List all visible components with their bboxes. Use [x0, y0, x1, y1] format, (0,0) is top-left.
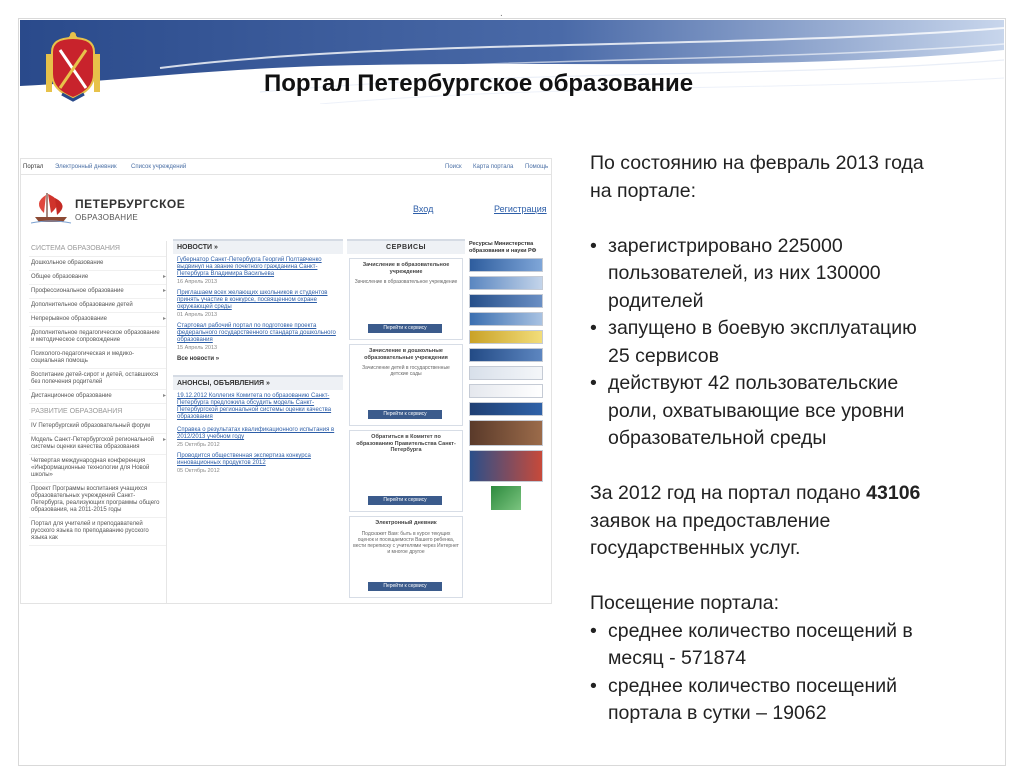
announcement-link[interactable]: Проводится общественная экспертиза конку… [173, 450, 343, 467]
menu-item[interactable]: Психолого-педагогическая и медико-социал… [29, 348, 166, 369]
list-item: зарегистрировано 225000 пользователей, и… [590, 233, 1000, 316]
resource-banner[interactable] [469, 366, 543, 380]
services-head: СЕРВИСЫ [347, 239, 465, 254]
topbar-link[interactable]: Поиск [445, 164, 462, 170]
resource-banner[interactable] [469, 258, 543, 272]
resource-banner[interactable] [469, 294, 543, 308]
resource-banner[interactable] [491, 486, 521, 510]
service-card: Зачисление в образовательное учреждение … [349, 258, 463, 340]
register-link[interactable]: Регистрация [494, 204, 547, 214]
topbar-link[interactable]: Помощь [525, 164, 548, 170]
menu-item[interactable]: IV Петербургский образовательный форум [29, 420, 166, 434]
all-news-link[interactable]: Все новости » [173, 353, 343, 365]
menu-item[interactable]: Непрерывное образование ▸ [29, 313, 166, 327]
announcement-date: 05 Октябрь 2012 [177, 468, 220, 474]
resource-banner[interactable] [469, 384, 543, 398]
intro-line: По состоянию на февраль 2013 года [590, 152, 924, 174]
service-title: Обратиться в Комитет по образованию Прав… [356, 434, 456, 453]
visits-list: среднее количество посещений в месяц - 5… [590, 618, 1000, 728]
news-column: НОВОСТИ » Губернатор Санкт-Петербурга Ге… [173, 239, 343, 603]
go-to-service-button[interactable]: Перейти к сервису [368, 324, 442, 333]
news-link[interactable]: Стартовал рабочий портал по подготовке п… [173, 320, 343, 344]
service-card: Обратиться в Комитет по образованию Прав… [349, 430, 463, 512]
announcements-head[interactable]: АНОНСЫ, ОБЪЯВЛЕНИЯ » [173, 375, 343, 390]
chevron-right-icon: ▸ [162, 437, 166, 443]
resource-banner[interactable] [469, 330, 543, 344]
news-date: 01 Апрель 2013 [177, 312, 218, 318]
announcement-date: 25 Октябрь 2012 [177, 442, 220, 448]
login-link[interactable]: Вход [413, 204, 433, 214]
service-title: Электронный дневник [375, 520, 437, 526]
resources-head: Ресурсы Министерства образования и науки… [469, 241, 537, 254]
resource-banner[interactable] [469, 402, 543, 416]
applications-line: государственных услуг. [590, 537, 801, 559]
topbar-link[interactable]: Портал [23, 164, 43, 170]
menu-item[interactable]: Модель Санкт-Петербургской региональной … [29, 434, 166, 455]
portal-topbar: Портал Электронный дневник Список учрежд… [21, 159, 551, 175]
visits-head: Посещение портала: [590, 592, 780, 614]
applications-number: 43106 [866, 482, 921, 504]
announcement-link[interactable]: Справка о результатах квалификационного … [173, 424, 343, 441]
top-dot: . [500, 8, 503, 19]
resource-banner[interactable] [469, 348, 543, 362]
portal-brand-name: ПЕТЕРБУРГСКОЕ [75, 197, 186, 211]
resource-banner[interactable] [469, 420, 543, 446]
menu-section-head: Система образования [29, 241, 166, 257]
applications-line: За 2012 год на портал подано 43106 [590, 482, 921, 504]
go-to-service-button[interactable]: Перейти к сервису [368, 582, 442, 591]
applications-line: заявок на предоставление [590, 509, 831, 532]
service-desc: Зачисление детей в государственные детск… [362, 365, 450, 377]
news-link[interactable]: Губернатор Санкт-Петербурга Георгий Полт… [173, 254, 343, 278]
portal-screenshot: Портал Электронный дневник Список учрежд… [20, 158, 552, 604]
menu-item[interactable]: Дистанционное образование ▸ [29, 390, 166, 404]
menu-item[interactable]: Четвертая международная конференция «Инф… [29, 455, 166, 483]
topbar-link[interactable]: Карта портала [473, 164, 513, 170]
resource-banner[interactable] [469, 450, 543, 482]
menu-item[interactable]: Воспитание детей-сирот и детей, оставших… [29, 369, 166, 390]
menu-item[interactable]: Дополнительное образование детей [29, 299, 166, 313]
menu-item[interactable]: Портал для учителей и преподавателей рус… [29, 518, 166, 546]
slide-content: По состоянию на февраль 2013 года на пор… [590, 150, 1000, 728]
service-desc: Подскажет Вам: быть в курсе текущих оцен… [353, 530, 459, 555]
go-to-service-button[interactable]: Перейти к сервису [368, 410, 442, 419]
service-title: Зачисление в образовательное учреждение [362, 262, 450, 275]
chevron-right-icon: ▸ [162, 288, 166, 294]
chevron-right-icon: ▸ [162, 393, 166, 399]
stats-list: зарегистрировано 225000 пользователей, и… [590, 233, 1000, 453]
topbar-link[interactable]: Электронный дневник [55, 164, 117, 170]
topbar-link[interactable]: Список учреждений [131, 164, 186, 170]
menu-item[interactable]: Общее образование ▸ [29, 271, 166, 285]
menu-item[interactable]: Проект Программы воспитания учащихся обр… [29, 483, 166, 518]
menu-item[interactable]: Дополнительное педагогическое образовани… [29, 327, 166, 348]
service-title: Зачисление в дошкольные образовательные … [364, 348, 448, 361]
resources-column: Ресурсы Министерства образования и науки… [469, 241, 549, 603]
resource-banner[interactable] [469, 312, 543, 326]
left-menu: Система образования Дошкольное образован… [29, 241, 167, 603]
menu-item[interactable]: Дошкольное образование [29, 257, 166, 271]
go-to-service-button[interactable]: Перейти к сервису [368, 496, 442, 505]
news-head[interactable]: НОВОСТИ » [173, 239, 343, 254]
list-item: действуют 42 пользовательские роли, охва… [590, 370, 1000, 453]
chevron-right-icon: ▸ [162, 316, 166, 322]
menu-item[interactable]: Профессиональное образование ▸ [29, 285, 166, 299]
chevron-right-icon: ▸ [162, 274, 166, 280]
portal-brand-subtitle: ОБРАЗОВАНИЕ [75, 213, 139, 222]
service-card: Зачисление в дошкольные образовательные … [349, 344, 463, 426]
st-petersburg-coat-of-arms-icon [46, 32, 100, 102]
intro-line: на портале: [590, 179, 697, 202]
announcement-link[interactable]: 19.12.2012 Коллегия Комитета по образова… [173, 390, 343, 421]
news-link[interactable]: Приглашаем всех желающих школьников и ст… [173, 287, 343, 311]
resource-banner[interactable] [469, 276, 543, 290]
services-column: СЕРВИСЫ Зачисление в образовательное учр… [347, 239, 465, 603]
service-card: Электронный дневник Подскажет Вам: быть … [349, 516, 463, 598]
list-item: запущено в боевую эксплуатацию 25 сервис… [590, 315, 1000, 370]
slide-title: Портал Петербургское образование [264, 70, 694, 97]
news-date: 15 Апрель 2013 [177, 345, 218, 351]
service-desc: Зачисление в образовательное учреждение [354, 279, 458, 285]
menu-section-head: Развитие образования [29, 404, 166, 420]
list-item: среднее количество посещений в месяц - 5… [590, 618, 1000, 673]
list-item: среднее количество посещений портала в с… [590, 673, 1000, 728]
news-date: 16 Апрель 2013 [177, 279, 218, 285]
